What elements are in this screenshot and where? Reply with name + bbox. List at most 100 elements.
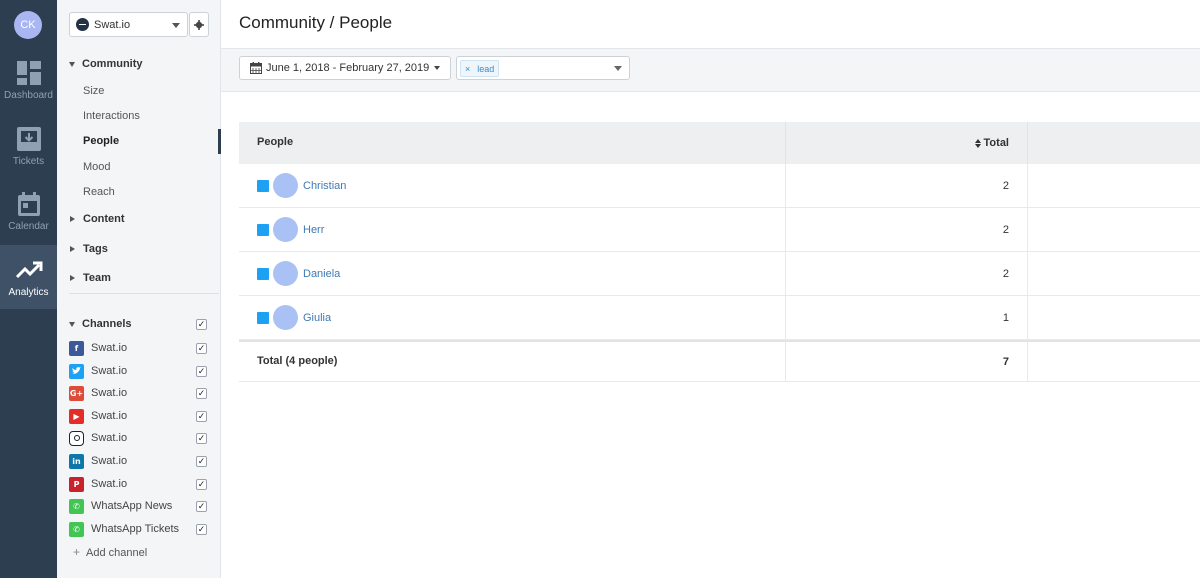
section-channels-label: Channels [82, 318, 132, 330]
total-value: 7 [785, 342, 1028, 382]
section-tags[interactable]: Tags [57, 239, 221, 259]
channel-checkbox[interactable]: ✓ [196, 433, 207, 444]
channel-row[interactable]: G+ Swat.io [69, 383, 209, 403]
total-cell: 2 [785, 252, 1028, 296]
caret-right-icon [70, 246, 75, 252]
tag-chip: × lead [460, 60, 500, 77]
twitter-icon [257, 224, 269, 236]
channel-checkbox[interactable]: ✓ [196, 366, 207, 377]
person-link[interactable]: Giulia [303, 312, 331, 324]
channel-name: Swat.io [91, 365, 128, 377]
channel-row[interactable]: Swat.io [69, 361, 209, 381]
section-team-label: Team [83, 272, 111, 284]
column-header-people: People [257, 136, 294, 148]
avatar[interactable] [273, 173, 298, 198]
account-logo-icon [76, 18, 89, 31]
channel-row[interactable]: f Swat.io [69, 338, 209, 358]
person-link[interactable]: Christian [303, 180, 346, 192]
rail-item-analytics[interactable]: Analytics [0, 245, 57, 309]
account-name: Swat.io [94, 18, 131, 31]
sidebar-item-reach[interactable]: Reach [57, 180, 221, 204]
avatar[interactable] [273, 305, 298, 330]
account-select[interactable]: Swat.io [69, 12, 188, 37]
sidebar-divider [69, 293, 219, 294]
channel-checkbox[interactable]: ✓ [196, 501, 207, 512]
tag-filter-select[interactable]: × lead [456, 56, 630, 80]
chevron-down-icon[interactable] [614, 66, 622, 71]
column-header-total[interactable]: Total [785, 122, 1028, 164]
tickets-icon [16, 127, 41, 151]
analytics-icon [15, 261, 42, 279]
table-row: Giulia 1 [239, 296, 1200, 340]
rail-item-calendar[interactable]: Calendar [0, 183, 57, 247]
section-tags-label: Tags [83, 243, 108, 255]
youtube-icon: ▶ [69, 408, 84, 424]
person-link[interactable]: Herr [303, 224, 324, 236]
total-cell: 2 [785, 164, 1028, 208]
rail-item-dashboard[interactable]: Dashboard [0, 52, 57, 116]
user-avatar[interactable]: CK [14, 11, 42, 39]
section-team[interactable]: Team [57, 268, 221, 288]
account-settings-button[interactable] [189, 12, 209, 37]
section-community[interactable]: Community [57, 54, 221, 74]
twitter-icon [69, 363, 84, 379]
channel-name: Swat.io [91, 478, 128, 490]
column-header-total-label: Total [983, 137, 1009, 149]
page-title: Community / People [239, 13, 393, 32]
channel-checkbox[interactable]: ✓ [196, 456, 207, 467]
table-row: Daniela 2 [239, 252, 1200, 296]
sort-icon [974, 138, 981, 148]
channel-name: Swat.io [91, 455, 128, 467]
avatar[interactable] [273, 217, 298, 242]
sidebar-item-mood[interactable]: Mood [57, 155, 221, 179]
channel-checkbox[interactable]: ✓ [196, 524, 207, 535]
remove-tag-icon[interactable]: × [465, 64, 470, 74]
tag-chip-label: lead [477, 63, 495, 74]
channel-checkbox[interactable]: ✓ [196, 388, 207, 399]
chevron-down-icon [434, 66, 441, 70]
channel-name: Swat.io [91, 432, 128, 444]
channel-row[interactable]: Swat.io [69, 428, 209, 448]
channel-row[interactable]: ▶ Swat.io [69, 406, 209, 426]
date-range-picker[interactable]: June 1, 2018 - February 27, 2019 [239, 56, 451, 80]
section-content-label: Content [83, 213, 125, 225]
twitter-bird-glyph [72, 367, 81, 374]
gear-icon [194, 19, 204, 30]
total-cell: 2 [785, 208, 1028, 252]
channel-row[interactable]: ✆ WhatsApp News [69, 496, 209, 516]
person-link[interactable]: Daniela [303, 268, 340, 280]
analytics-sidebar: Swat.io Community Size Interactions Peop… [57, 0, 221, 578]
facebook-icon: f [69, 340, 84, 356]
channel-name: Swat.io [91, 387, 128, 399]
main-content: Community / People June 1, 2018 - Februa… [221, 0, 1200, 578]
channel-row[interactable]: P Swat.io [69, 474, 209, 494]
pinterest-icon: P [69, 476, 84, 492]
channel-checkbox[interactable]: ✓ [196, 343, 207, 354]
twitter-icon [257, 180, 269, 192]
sidebar-item-size[interactable]: Size [57, 79, 221, 103]
sidebar-item-people[interactable]: People [57, 129, 221, 154]
table-total-row: Total (4 people) 7 [239, 340, 1200, 382]
section-content[interactable]: Content [57, 209, 221, 229]
avatar[interactable] [273, 261, 298, 286]
channels-all-checkbox[interactable]: ✓ [196, 319, 207, 330]
table-row: Herr 2 [239, 208, 1200, 252]
sidebar-item-interactions[interactable]: Interactions [57, 104, 221, 128]
linkedin-icon: in [69, 453, 84, 469]
add-channel-button[interactable]: + Add channel [73, 545, 147, 559]
channel-name: Swat.io [91, 342, 128, 354]
rail-item-tickets[interactable]: Tickets [0, 118, 57, 182]
google-plus-icon: G+ [69, 385, 84, 401]
rail-label-analytics: Analytics [8, 287, 49, 298]
instagram-icon [69, 430, 84, 446]
channel-row[interactable]: ✆ WhatsApp Tickets [69, 519, 209, 539]
date-range-value: June 1, 2018 - February 27, 2019 [266, 62, 430, 74]
instagram-lens-glyph [73, 435, 80, 441]
channel-checkbox[interactable]: ✓ [196, 479, 207, 490]
filter-bar: June 1, 2018 - February 27, 2019 × lead [221, 48, 1200, 92]
plus-icon: + [73, 545, 81, 559]
calendar-icon [250, 62, 262, 74]
channel-checkbox[interactable]: ✓ [196, 411, 207, 422]
channel-row[interactable]: in Swat.io [69, 451, 209, 471]
chevron-down-icon [172, 23, 180, 28]
